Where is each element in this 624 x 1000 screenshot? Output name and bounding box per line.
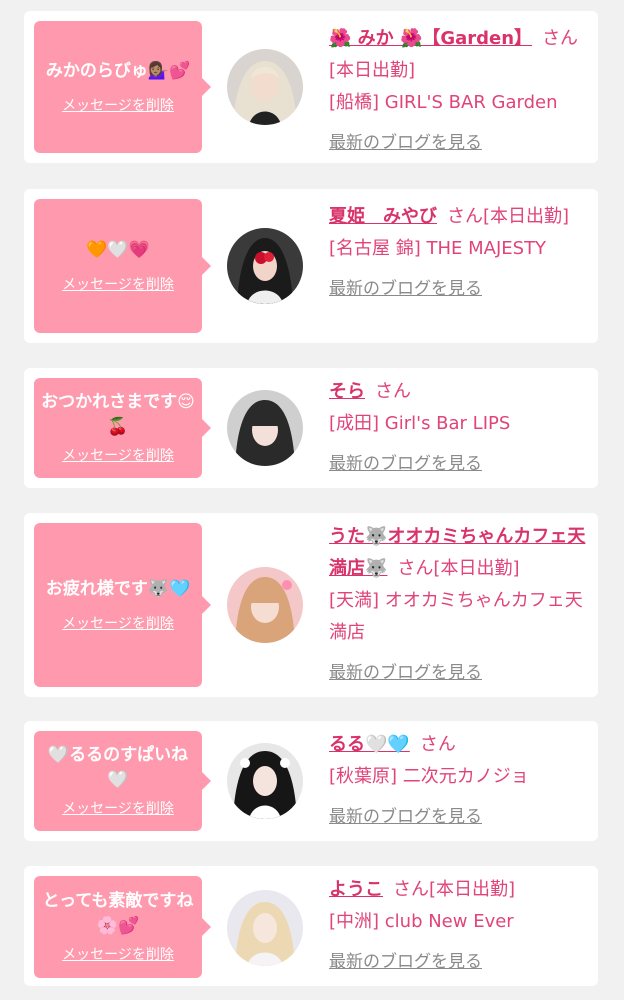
delete-message-link[interactable]: メッセージを削除 (62, 799, 174, 819)
cast-info: るる🤍🩵 さん [秋葉原] 二次元カノジョ 最新のブログを見る (329, 729, 588, 833)
cast-info: うた🐺オオカミちゃんカフェ天満店🐺 さん[本日出勤] [天満] オオカミちゃんカフ… (329, 521, 588, 689)
favorite-card: みかのらびゅ💁🏽‍♀️💕 メッセージを削除 🌺 みか 🌺【Garden】 さん [本… (24, 11, 598, 163)
cast-info: そら さん [成田] Girl's Bar LIPS 最新のブログを見る (329, 376, 588, 480)
latest-blog-link[interactable]: 最新のブログを見る (329, 273, 482, 305)
cast-name-link[interactable]: ようこ (329, 879, 383, 900)
work-status: [本日出勤] (429, 879, 516, 900)
avatar-photo-icon (227, 890, 303, 966)
message-bubble: おつかれさまです😌🍒 メッセージを削除 (34, 378, 211, 478)
delete-message-link[interactable]: メッセージを削除 (62, 275, 174, 295)
cast-info: 夏姫 みやび さん[本日出勤] [名古屋 錦] THE MAJESTY 最新のブロ… (329, 201, 588, 305)
honorific: さん (447, 206, 483, 227)
cast-avatar[interactable] (227, 567, 303, 643)
delete-message-link[interactable]: メッセージを削除 (62, 614, 174, 634)
delete-message-link[interactable]: メッセージを削除 (62, 96, 174, 116)
honorific: さん (375, 381, 411, 402)
latest-blog-link[interactable]: 最新のブログを見る (329, 801, 482, 833)
avatar-photo-icon (227, 228, 303, 304)
message-text: とっても素敵ですね🌸💕 (42, 891, 194, 936)
honorific: さん (419, 734, 456, 755)
cast-name-link[interactable]: るる🤍🩵 (329, 734, 410, 755)
favorite-card: とっても素敵ですね🌸💕 メッセージを削除 ようこ さん[本日出勤] [中洲] cl… (24, 866, 598, 986)
message-text: 🤍るるのすぱいね🤍 (47, 745, 189, 790)
honorific: さん (542, 28, 579, 49)
message-bubble: 🤍るるのすぱいね🤍 メッセージを削除 (34, 731, 211, 831)
message-bubble: 🧡🤍💗 メッセージを削除 (34, 199, 211, 333)
message-text: おつかれさまです😌🍒 (41, 392, 195, 437)
message-bubble: みかのらびゅ💁🏽‍♀️💕 メッセージを削除 (34, 21, 211, 153)
latest-blog-link[interactable]: 最新のブログを見る (329, 448, 482, 480)
cast-info: ようこ さん[本日出勤] [中洲] club New Ever 最新のブログを見る (329, 874, 588, 978)
message-bubble: お疲れ様です🐺🩵 メッセージを削除 (34, 523, 211, 687)
favorite-card: 🧡🤍💗 メッセージを削除 夏姫 みやび さん[本日出勤] [名古屋 錦] THE … (24, 189, 598, 343)
shop-name: [天満] オオカミちゃんカフェ天満店 (329, 590, 583, 643)
shop-name: [船橋] GIRL'S BAR Garden (329, 92, 558, 113)
honorific: さん (397, 558, 434, 579)
cast-avatar[interactable] (227, 743, 303, 819)
work-status: [本日出勤] (433, 558, 520, 579)
cast-info: 🌺 みか 🌺【Garden】 さん [本日出勤] [船橋] GIRL'S BAR G… (329, 23, 588, 159)
cast-avatar[interactable] (227, 228, 303, 304)
work-status: [本日出勤] (483, 206, 570, 227)
latest-blog-link[interactable]: 最新のブログを見る (329, 127, 482, 159)
shop-name: [中洲] club New Ever (329, 911, 514, 932)
honorific: さん (393, 879, 429, 900)
cast-avatar[interactable] (227, 890, 303, 966)
cast-name-link[interactable]: そら (329, 381, 365, 402)
favorite-card: おつかれさまです😌🍒 メッセージを削除 そら さん [成田] Girl's Bar… (24, 368, 598, 488)
favorite-card: お疲れ様です🐺🩵 メッセージを削除 うた🐺オオカミちゃんカフェ天満店🐺 さん[本日… (24, 513, 598, 697)
cast-avatar[interactable] (227, 390, 303, 466)
work-status: [本日出勤] (329, 60, 416, 81)
latest-blog-link[interactable]: 最新のブログを見る (329, 657, 482, 689)
latest-blog-link[interactable]: 最新のブログを見る (329, 946, 482, 978)
avatar-photo-icon (227, 390, 303, 466)
avatar-photo-icon (227, 567, 303, 643)
cast-name-link[interactable]: 夏姫 みやび (329, 206, 437, 227)
message-text: みかのらびゅ💁🏽‍♀️💕 (45, 60, 191, 81)
avatar-photo-icon (227, 49, 303, 125)
shop-name: [成田] Girl's Bar LIPS (329, 413, 511, 434)
message-text: お疲れ様です🐺🩵 (45, 578, 191, 599)
favorite-card: 🤍るるのすぱいね🤍 メッセージを削除 るる🤍🩵 さん [秋葉原] 二次元カノジョ … (24, 721, 598, 841)
shop-name: [名古屋 錦] THE MAJESTY (329, 238, 547, 259)
delete-message-link[interactable]: メッセージを削除 (62, 446, 174, 466)
cast-avatar[interactable] (227, 49, 303, 125)
shop-name: [秋葉原] 二次元カノジョ (329, 766, 529, 787)
message-bubble: とっても素敵ですね🌸💕 メッセージを削除 (34, 876, 211, 978)
delete-message-link[interactable]: メッセージを削除 (62, 945, 174, 965)
message-text: 🧡🤍💗 (86, 239, 150, 260)
avatar-photo-icon (227, 743, 303, 819)
cast-name-link[interactable]: 🌺 みか 🌺【Garden】 (329, 28, 532, 49)
